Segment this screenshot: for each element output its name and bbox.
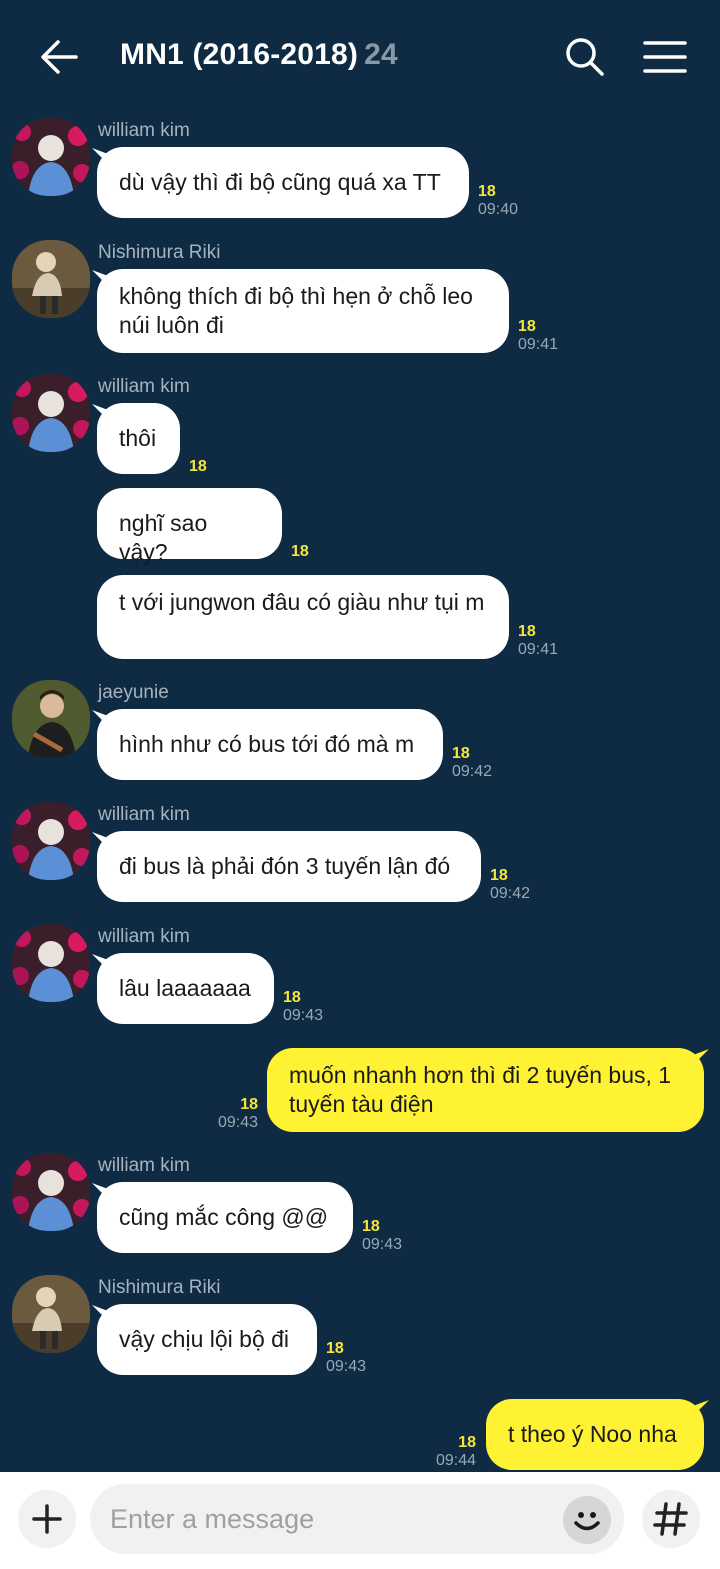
- menu-button[interactable]: [642, 38, 688, 78]
- hashtag-button[interactable]: [642, 1490, 700, 1548]
- sender-name: william kim: [98, 804, 190, 825]
- message-composer: [0, 1472, 720, 1569]
- chat-title-text: MN1 (2016-2018): [120, 38, 359, 71]
- message-meta: 18 09:42: [490, 867, 530, 903]
- my-message-bubble[interactable]: t theo ý Noo nha: [486, 1399, 704, 1470]
- plus-icon: [32, 1504, 62, 1534]
- message-meta: 18 09:43: [362, 1218, 402, 1254]
- back-arrow-icon: [41, 40, 78, 74]
- message-input[interactable]: [90, 1484, 624, 1554]
- message-bubble[interactable]: đi bus là phải đón 3 tuyến lận đó: [97, 831, 481, 902]
- emoji-icon: [574, 1512, 600, 1531]
- unread-count: 18: [240, 1096, 258, 1113]
- message-meta: 18 09:44: [418, 1434, 476, 1470]
- message-time: 09:43: [283, 1007, 324, 1024]
- avatar-nishimura-riki[interactable]: [12, 1275, 90, 1353]
- sender-name: Nishimura Riki: [98, 242, 221, 263]
- avatar-william-kim[interactable]: [12, 374, 90, 452]
- unread-count: 18: [189, 458, 207, 475]
- bubble-tail: [693, 1049, 709, 1065]
- message-meta: 18 09:43: [283, 989, 323, 1025]
- sender-name: Nishimura Riki: [98, 1277, 221, 1298]
- sender-name: william kim: [98, 926, 190, 947]
- message-time: 09:43: [362, 1236, 403, 1253]
- unread-count: 18: [518, 623, 536, 640]
- message-time: 09:44: [435, 1452, 476, 1469]
- message-bubble[interactable]: không thích đi bộ thì hẹn ở chỗ leo núi …: [97, 269, 509, 353]
- sender-name: william kim: [98, 120, 190, 141]
- message-bubble[interactable]: cũng mắc công @@: [97, 1182, 353, 1253]
- message-time: 09:40: [478, 201, 519, 218]
- unread-count: 18: [283, 989, 301, 1006]
- unread-count: 18: [478, 183, 496, 200]
- unread-count: 18: [452, 745, 470, 762]
- sender-name: jaeyunie: [98, 682, 169, 703]
- sender-name: william kim: [98, 376, 190, 397]
- message-meta: 18 09:41: [518, 623, 558, 659]
- message-time: 09:42: [452, 763, 493, 780]
- avatar-william-kim[interactable]: [12, 924, 90, 1002]
- message-time: 09:43: [217, 1114, 258, 1131]
- chat-title: MN1 (2016-2018) 24: [120, 38, 398, 72]
- message-time: 09:41: [518, 336, 559, 353]
- message-time: 09:42: [490, 885, 531, 902]
- avatar-william-kim[interactable]: [12, 118, 90, 196]
- avatar-william-kim[interactable]: [12, 1153, 90, 1231]
- message-time: 09:41: [518, 641, 559, 658]
- unread-count: 18: [458, 1434, 476, 1451]
- message-bubble[interactable]: vậy chịu lội bộ đi: [97, 1304, 317, 1375]
- unread-count: 18: [291, 543, 309, 560]
- menu-icon: [643, 41, 687, 73]
- message-meta: 18 09:43: [200, 1096, 258, 1132]
- message-bubble[interactable]: dù vậy thì đi bộ cũng quá xa TT: [97, 147, 469, 218]
- message-bubble[interactable]: hình như có bus tới đó mà m: [97, 709, 443, 780]
- search-button[interactable]: [562, 34, 608, 80]
- member-count: 24: [364, 38, 398, 71]
- unread-count: 18: [326, 1340, 344, 1357]
- hashtag-icon: [653, 1502, 688, 1536]
- search-icon: [566, 38, 604, 76]
- avatar-jaeyunie[interactable]: [12, 680, 90, 758]
- chat-header: MN1 (2016-2018) 24: [0, 0, 720, 112]
- unread-count: 18: [362, 1218, 380, 1235]
- avatar-nishimura-riki[interactable]: [12, 240, 90, 318]
- sender-name: william kim: [98, 1155, 190, 1176]
- message-bubble[interactable]: nghĩ sao vậy?: [97, 488, 282, 565]
- message-meta: 18 09:42: [452, 745, 492, 781]
- message-meta: 18: [291, 543, 309, 561]
- message-meta: 18 09:41: [518, 318, 558, 354]
- message-time: 09:43: [326, 1358, 367, 1375]
- message-bubble[interactable]: thôi: [97, 403, 180, 474]
- avatar-william-kim[interactable]: [12, 802, 90, 880]
- back-button[interactable]: [34, 30, 84, 84]
- unread-count: 18: [490, 867, 508, 884]
- bubble-tail: [693, 1400, 709, 1416]
- message-meta: 18 09:43: [326, 1340, 366, 1376]
- attach-button[interactable]: [18, 1490, 76, 1548]
- unread-count: 18: [518, 318, 536, 335]
- emoji-button[interactable]: [563, 1496, 611, 1544]
- message-meta: 18: [189, 458, 207, 476]
- my-message-bubble[interactable]: muốn nhanh hơn thì đi 2 tuyến bus, 1 tuy…: [267, 1048, 704, 1132]
- message-bubble[interactable]: lâu laaaaaaa: [97, 953, 274, 1024]
- message-meta: 18 09:40: [478, 183, 518, 219]
- message-bubble[interactable]: t với jungwon đâu có giàu như tụi m: [97, 575, 509, 659]
